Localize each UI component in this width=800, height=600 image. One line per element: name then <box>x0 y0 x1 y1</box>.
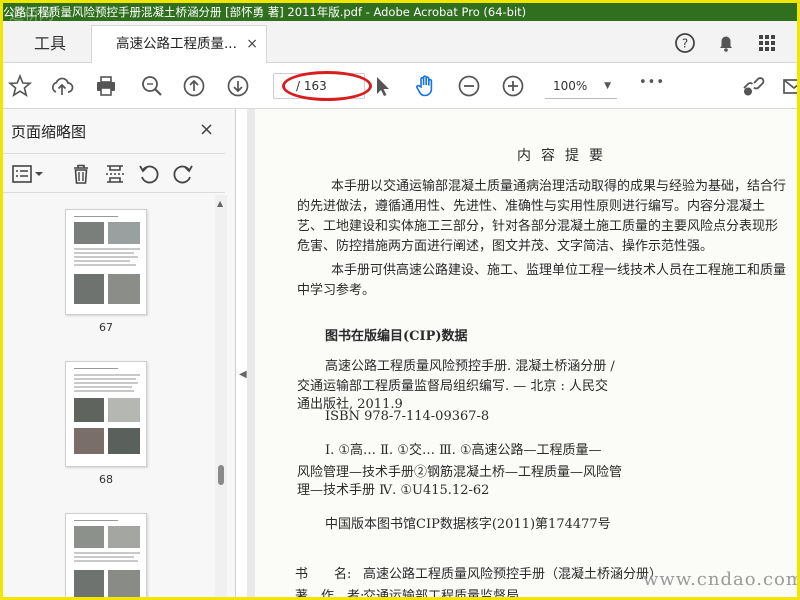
panel-title: 页面缩略图 <box>11 123 87 141</box>
bell-icon[interactable] <box>714 31 738 55</box>
scroll-up-icon[interactable]: ▲ <box>217 199 223 208</box>
share-link-icon[interactable] <box>739 73 765 99</box>
more-icon[interactable]: ••• <box>639 75 665 101</box>
page-thumbnail[interactable] <box>65 209 147 315</box>
pdf-page: 内容提要 本手册以交通运输部混凝土质量通病治理活动取得的成果与经验为基础，结合行… <box>255 109 800 600</box>
zoom-select[interactable]: 100% ▼ <box>545 75 617 99</box>
extract-icon[interactable] <box>103 162 127 186</box>
zoom-out-icon[interactable] <box>456 73 482 99</box>
select-cursor-icon[interactable] <box>369 73 395 99</box>
doc-text-line: 中学习参考。 <box>297 283 376 298</box>
hand-tool-icon[interactable] <box>413 73 439 99</box>
mail-icon[interactable] <box>781 73 797 99</box>
tab-tools[interactable]: 工具 <box>17 29 83 63</box>
thumbnail-scrollbar[interactable]: ▲ <box>215 195 227 597</box>
author-value: 交通运输部工程质量监督局 <box>363 589 520 600</box>
zoom-in-icon[interactable] <box>500 73 526 99</box>
thumbnail-options-icon[interactable] <box>11 162 45 186</box>
panel-toolbar <box>3 153 225 193</box>
print-icon[interactable] <box>93 73 119 99</box>
window-title: 公路工程质量风险预控手册混凝土桥涵分册 [部怀勇 著] 2011年版.pdf -… <box>3 5 527 19</box>
doc-text-line: 的先进做法，遵循通用性、先进性、准确性与实用性原则进行编写。内容分混凝土 <box>297 199 766 214</box>
rotate-cw-icon[interactable] <box>171 162 195 186</box>
page-number-field[interactable]: / 163 <box>273 73 365 99</box>
main-toolbar: / 163 100% ▼ ••• <box>3 63 797 109</box>
author-label: 著 作 者: <box>295 589 365 600</box>
apps-grid-icon[interactable] <box>755 31 779 55</box>
cloud-upload-icon[interactable] <box>49 73 75 99</box>
tab-document-label: 高速公路工程质量... <box>116 36 237 52</box>
zoom-value: 100% <box>553 79 588 93</box>
cip-line: Ⅰ. ①高… Ⅱ. ①交… Ⅲ. ①高速公路—工程质量— <box>325 443 602 458</box>
tab-bar: 工具 高速公路工程质量... × ? <box>3 21 797 63</box>
doc-text-line: 艺、工地建设和实体施工三部分，针对各部分混凝土施工质量的主要风险点分表现形 <box>297 219 779 234</box>
window-titlebar: 公路工程质量风险预控手册混凝土桥涵分册 [部怀勇 著] 2011年版.pdf -… <box>3 3 797 21</box>
collapse-panel-icon[interactable]: ◀ <box>239 369 247 380</box>
svg-text:?: ? <box>682 37 688 51</box>
page-down-icon[interactable] <box>225 73 251 99</box>
close-tab-icon[interactable]: × <box>246 26 258 62</box>
cip-line: ISBN 978-7-114-09367-8 <box>325 409 490 424</box>
delete-icon[interactable] <box>69 162 93 186</box>
doc-text-line: 本手册可供高速公路建设、施工、监理单位工程一线技术人员在工程施工和质量 <box>331 263 787 278</box>
star-icon[interactable] <box>7 73 33 99</box>
thumbnail-list: 67 68 <box>3 195 215 597</box>
page-thumbnail[interactable] <box>65 361 147 467</box>
help-icon[interactable]: ? <box>673 31 697 55</box>
page-thumbnail[interactable] <box>65 513 147 597</box>
scrollbar-thumb[interactable] <box>218 465 224 485</box>
cip-line: 风险管理—技术手册②钢筋混凝土桥—工程质量—风险管 <box>297 465 623 480</box>
book-value: 高速公路工程质量风险预控手册（混凝土桥涵分册） <box>363 567 663 582</box>
doc-text-line: 危害、防控措施两方面进行阐述，图文并茂、文字简洁、操作示范性强。 <box>297 239 714 254</box>
acrobat-window: 公路工程质量风险预控手册混凝土桥涵分册 [部怀勇 著] 2011年版.pdf -… <box>0 0 800 600</box>
tab-document[interactable]: 高速公路工程质量... × <box>91 25 267 63</box>
page-total-label: / 163 <box>296 79 327 93</box>
doc-heading: 内容提要 <box>517 148 613 164</box>
chevron-down-icon: ▼ <box>604 81 611 91</box>
panel-close-icon[interactable]: × <box>199 119 214 140</box>
page-up-icon[interactable] <box>181 73 207 99</box>
document-viewport: 内容提要 本手册以交通运输部混凝土质量通病治理活动取得的成果与经验为基础，结合行… <box>247 109 800 600</box>
cip-line: 中国版本图书馆CIP数据核字(2011)第174477号 <box>325 517 611 532</box>
thumbnail-page-number: 67 <box>99 321 113 334</box>
zoom-search-icon[interactable] <box>139 73 165 99</box>
doc-text-line: 本手册以交通运输部混凝土质量通病治理活动取得的成果与经验为基础，结合行 <box>331 179 787 194</box>
book-label: 书 名: <box>295 567 352 582</box>
cip-line: 高速公路工程质量风险预控手册. 混凝土桥涵分册 / <box>325 359 615 374</box>
page-thumbnails-panel: 页面缩略图 × 67 68 ▲ <box>3 109 236 597</box>
thumbnail-page-number: 68 <box>99 473 113 486</box>
rotate-ccw-icon[interactable] <box>137 162 161 186</box>
site-watermark: www.cndao.com <box>643 569 800 590</box>
cip-title: 图书在版编目(CIP)数据 <box>325 329 468 344</box>
cip-line: 理—技术手册 Ⅳ. ①U415.12-62 <box>297 483 490 498</box>
cip-line: 交通运输部工程质量监督局组织编写. — 北京 : 人民交 <box>297 379 609 394</box>
